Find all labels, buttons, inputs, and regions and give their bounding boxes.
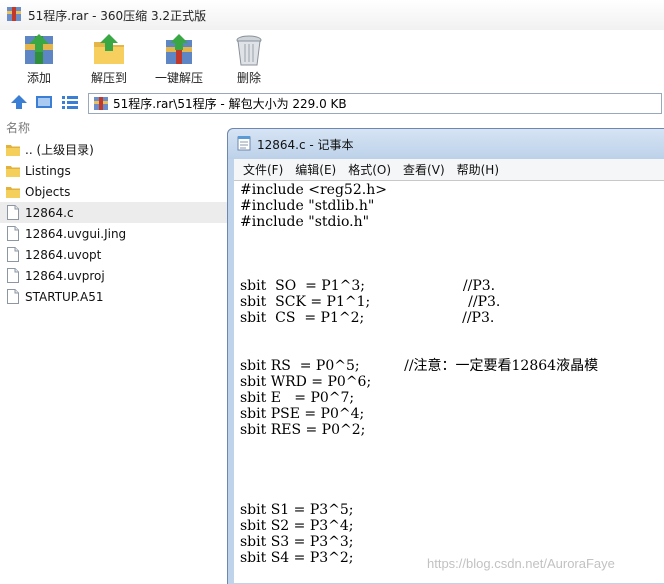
path-bar[interactable]: 51程序.rar\51程序 - 解包大小为 229.0 KB (88, 93, 662, 114)
file-row[interactable]: 12864.uvproj (0, 265, 230, 286)
menu-view[interactable]: 查看(V) (397, 161, 451, 178)
archive-window-title: 51程序.rar - 360压缩 3.2正式版 (28, 8, 207, 23)
archive-navbar: 51程序.rar\51程序 - 解包大小为 229.0 KB (0, 90, 664, 116)
archive-toolbar: 添加 解压到 一键解压 删除 (0, 30, 664, 90)
notepad-title-bar: 12864.c - 记事本 (228, 129, 664, 159)
up-arrow-icon[interactable] (10, 94, 28, 113)
file-name: 12864.uvproj (25, 268, 105, 283)
file-row[interactable]: 12864.uvopt (0, 244, 230, 265)
file-name: 12864.c (25, 205, 74, 220)
code-text: #include <reg52.h> #include "stdlib.h" #… (240, 182, 599, 566)
watermark: https://blog.csdn.net/AuroraFaye (427, 556, 615, 571)
add-label: 添加 (26, 71, 51, 85)
delete-button[interactable]: 删除 (219, 30, 279, 90)
file-name: 12864.uvopt (25, 247, 102, 262)
file-name: .. (上级目录) (25, 143, 94, 157)
file-row[interactable]: 12864.uvgui.Jing (0, 223, 230, 244)
file-row[interactable]: STARTUP.A51 (0, 286, 230, 307)
folder-icon (6, 184, 20, 200)
extract-to-label: 解压到 (90, 71, 127, 85)
menu-file[interactable]: 文件(F) (237, 161, 289, 178)
view-large-icon[interactable] (35, 94, 53, 113)
file-row[interactable]: Listings (0, 160, 230, 181)
file-name: Objects (25, 184, 71, 199)
file-row[interactable]: .. (上级目录) (0, 139, 230, 160)
delete-label: 删除 (236, 71, 261, 85)
folder-icon (6, 163, 20, 179)
file-row[interactable]: 12864.c (0, 202, 230, 223)
view-list-icon[interactable] (61, 94, 79, 113)
one-click-extract-label: 一键解压 (154, 71, 203, 85)
one-click-extract-button[interactable]: 一键解压 (149, 30, 209, 90)
menu-format[interactable]: 格式(O) (342, 161, 397, 178)
file-name: STARTUP.A51 (25, 289, 104, 304)
file-icon (6, 247, 20, 263)
file-row[interactable]: Objects (0, 181, 230, 202)
file-icon (6, 205, 20, 221)
archive-app-icon (6, 6, 22, 25)
notepad-text-area[interactable]: #include <reg52.h> #include "stdlib.h" #… (234, 180, 664, 583)
archive-title-bar: 51程序.rar - 360压缩 3.2正式版 (0, 0, 664, 30)
file-name: 12864.uvgui.Jing (25, 226, 127, 241)
add-button[interactable]: 添加 (9, 30, 69, 90)
extract-folder-icon (94, 34, 124, 64)
menu-edit[interactable]: 编辑(E) (289, 161, 342, 178)
file-list: .. (上级目录) Listings Objects 12864.c 12864.uvg… (0, 139, 230, 307)
extract-to-button[interactable]: 解压到 (79, 30, 139, 90)
notepad-menu-bar: 文件(F) 编辑(E) 格式(O) 查看(V) 帮助(H) (234, 159, 664, 180)
column-header-name[interactable]: 名称 (0, 118, 230, 138)
archive-path-icon (93, 96, 109, 114)
notepad-icon (237, 135, 251, 154)
path-text: 51程序.rar\51程序 - 解包大小为 229.0 KB (113, 97, 347, 111)
file-icon (6, 289, 20, 305)
file-icon (6, 226, 20, 242)
one-click-extract-icon (166, 34, 192, 64)
menu-help[interactable]: 帮助(H) (451, 161, 505, 178)
folder-icon (6, 142, 20, 158)
add-archive-icon (25, 34, 53, 64)
file-name: Listings (25, 163, 71, 178)
trash-icon (236, 35, 262, 66)
notepad-window-title: 12864.c - 记事本 (257, 137, 354, 152)
file-icon (6, 268, 20, 284)
notepad-window: 12864.c - 记事本 文件(F) 编辑(E) 格式(O) 查看(V) 帮助… (227, 128, 664, 584)
